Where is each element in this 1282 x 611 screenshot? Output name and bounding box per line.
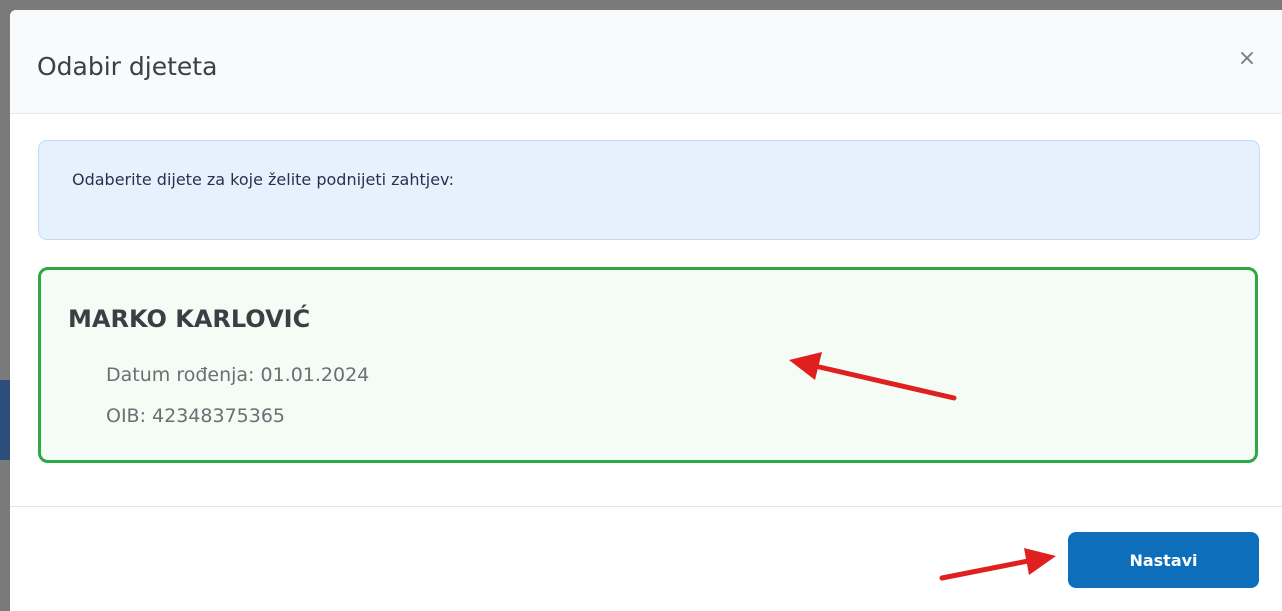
page: Odabir djeteta × Odaberite dijete za koj…: [0, 0, 1282, 611]
child-card-selected[interactable]: MARKO KARLOVIĆ Datum rođenja: 01.01.2024…: [38, 267, 1258, 463]
close-icon[interactable]: ×: [1232, 44, 1262, 74]
child-selection-modal: Odabir djeteta × Odaberite dijete za koj…: [10, 10, 1282, 611]
instruction-text: Odaberite dijete za koje želite podnijet…: [72, 170, 455, 189]
child-date-of-birth: Datum rođenja: 01.01.2024: [106, 364, 370, 386]
child-oib: OIB: 42348375365: [106, 405, 286, 427]
modal-title: Odabir djeteta: [37, 52, 218, 81]
child-name: MARKO KARLOVIĆ: [68, 305, 311, 333]
modal-header: Odabir djeteta ×: [10, 10, 1282, 114]
info-alert: Odaberite dijete za koje želite podnijet…: [38, 140, 1260, 240]
background-page-edge: [0, 380, 10, 460]
continue-button[interactable]: Nastavi: [1068, 532, 1259, 588]
footer-divider: [10, 506, 1282, 507]
